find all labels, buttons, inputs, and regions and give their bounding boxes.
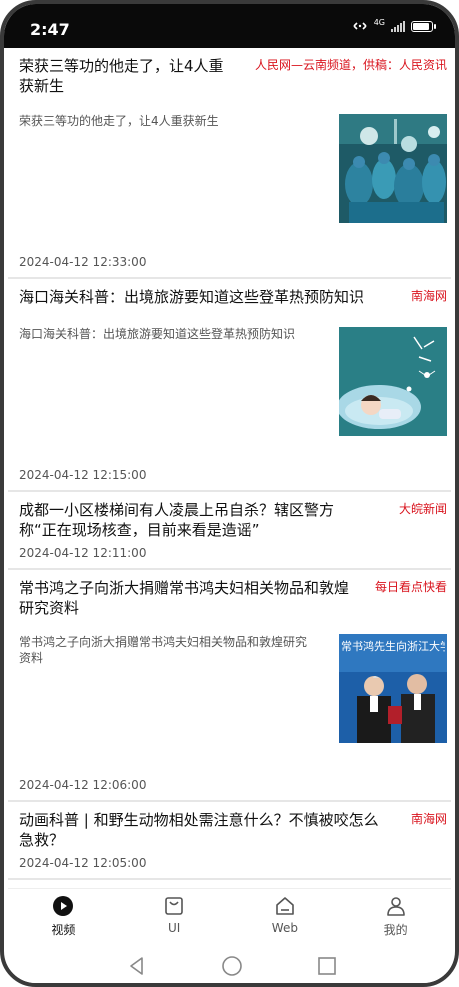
news-thumbnail[interactable]: 常书鸿先生向浙江大学捐赠仪式 [339,634,447,743]
person-icon [386,897,405,916]
home-button-icon[interactable] [220,954,244,978]
news-source: 大皖新闻 [398,502,447,516]
tab-label: 视频 [51,923,76,937]
tab-label: UI [167,921,181,935]
mosquito-illustration [339,327,447,436]
tab-me[interactable]: 我的 [340,889,451,945]
news-item[interactable]: 常书鸿之子向浙大捐赠常书鸿夫妇相关物品和敦煌研究资料 每日看点快看 常书鸿之子向… [8,570,451,802]
news-item[interactable]: 成都一小区楼梯间有人凌晨上吊自杀？辖区警方称“正在现场核查，目前来看是造谣” 大… [8,492,451,570]
news-source: 南海网 [410,289,447,303]
home-icon [276,897,294,915]
tab-label: Web [271,921,298,935]
news-source: 人民网—云南频道，供稿：人民资讯 [254,58,447,72]
tab-label: 我的 [383,923,408,937]
news-thumbnail[interactable] [339,114,447,223]
status-time: 2:47 [30,20,70,39]
tab-ui[interactable]: UI [119,889,230,945]
tab-web[interactable]: Web [230,889,341,945]
status-icons: 4G [352,17,436,32]
play-circle-icon [53,896,74,916]
news-title: 常书鸿之子向浙大捐赠常书鸿夫妇相关物品和敦煌研究资料 [19,579,350,617]
news-summary: 常书鸿之子向浙大捐赠常书鸿夫妇相关物品和敦煌研究资料 [19,635,308,665]
tab-video[interactable]: 视频 [8,889,119,945]
news-feed[interactable]: 荣获三等功的他走了，让4人重获新生 人民网—云南频道，供稿：人民资讯 荣获三等功… [8,48,451,880]
news-time: 2024-04-12 12:11:00 [19,546,147,560]
status-bar: 2:47 4G [4,4,455,48]
news-title: 成都一小区楼梯间有人凌晨上吊自杀？辖区警方称“正在现场核查，目前来看是造谣” [19,501,335,539]
news-item[interactable]: 海口海关科普：出境旅游要知道这些登革热预防知识 南海网 海口海关科普：出境旅游要… [8,279,451,492]
news-summary: 海口海关科普：出境旅游要知道这些登革热预防知识 [19,327,296,341]
news-title: 海口海关科普：出境旅游要知道这些登革热预防知识 [19,288,365,306]
link-icon [353,22,367,30]
news-source: 每日看点快看 [374,580,447,594]
surgery-photo [339,114,447,223]
back-icon[interactable] [125,954,149,978]
network-type-label: 4G [373,17,385,27]
news-title: 动画科普 | 和野生动物相处需注意什么？不慎被咬怎么急救？ [19,811,379,849]
news-source: 南海网 [410,812,447,826]
news-summary: 荣获三等功的他走了，让4人重获新生 [19,114,219,128]
news-time: 2024-04-12 12:05:00 [19,856,147,870]
shopping-bag-icon [165,897,183,915]
recents-icon[interactable] [315,954,339,978]
news-time: 2024-04-12 12:06:00 [19,778,147,792]
bottom-tab-bar: 视频 UI Web 我的 [8,888,451,945]
news-item[interactable]: 荣获三等功的他走了，让4人重获新生 人民网—云南频道，供稿：人民资讯 荣获三等功… [8,48,451,279]
news-time: 2024-04-12 12:33:00 [19,255,147,269]
system-nav-bar [8,944,451,983]
news-time: 2024-04-12 12:15:00 [19,468,147,482]
signal-icon [391,20,405,32]
phone-frame: 2:47 4G 荣获三等功的他走了，让4人重获新生 人民网—云南频道，供稿：人民… [0,0,459,987]
news-title: 荣获三等功的他走了，让4人重获新生 [19,57,224,95]
battery-icon [411,20,436,32]
news-item[interactable]: 动画科普 | 和野生动物相处需注意什么？不慎被咬怎么急救？ 南海网 2024-0… [8,802,451,880]
thumbnail-caption: 常书鸿先生向浙江大学捐赠仪式 [341,640,445,653]
news-thumbnail[interactable] [339,327,447,436]
